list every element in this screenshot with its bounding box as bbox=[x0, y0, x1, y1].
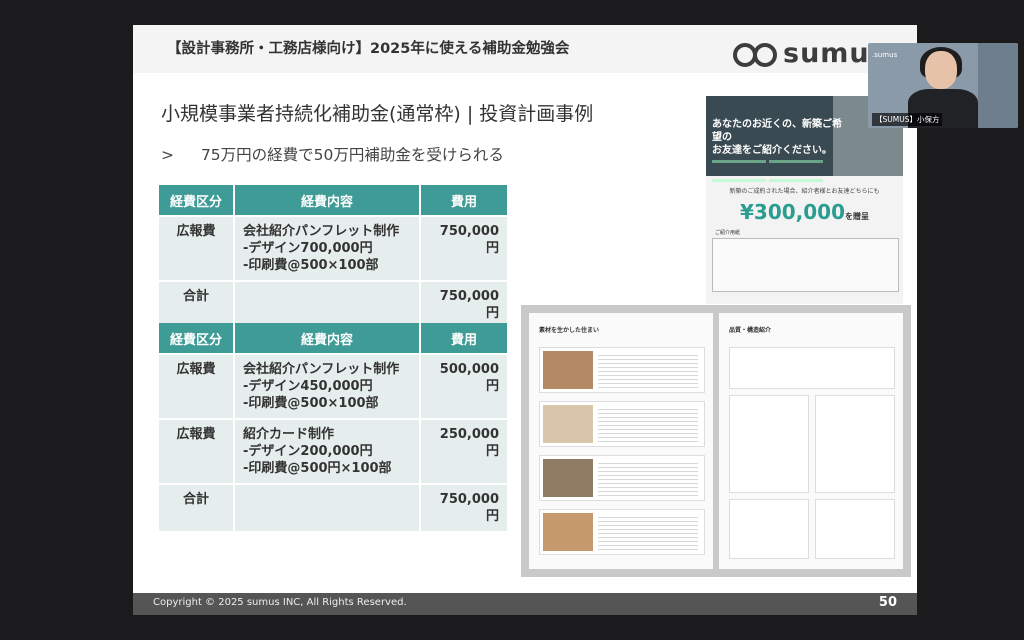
table-row: 広報費 会社紹介パンフレット制作 -デザイン450,000円 -印刷費@500×… bbox=[159, 355, 507, 418]
content-line: -デザイン700,000円 bbox=[243, 241, 373, 256]
content-line: 会社紹介パンフレット制作 bbox=[243, 362, 400, 377]
brochure-box bbox=[729, 499, 809, 559]
slide-header: 【設計事務所・工務店様向け】2025年に使える補助金勉強会 sumus bbox=[133, 25, 917, 73]
brochure-box bbox=[729, 347, 895, 389]
brochure-left-heading: 素材を生かした住まい bbox=[539, 327, 600, 334]
copyright-text: Copyright © 2025 sumus INC, All Rights R… bbox=[153, 597, 407, 608]
flyer-amount-suffix: を贈呈 bbox=[845, 212, 869, 221]
brochure-box bbox=[729, 395, 809, 493]
cost-table-2: 経費区分 経費内容 費用 広報費 会社紹介パンフレット制作 -デザイン450,0… bbox=[159, 321, 507, 533]
brochure-card bbox=[539, 509, 705, 555]
column-header-content: 経費内容 bbox=[235, 323, 421, 353]
presenter-name-label: 【SUMUS】小保方 bbox=[872, 113, 943, 126]
column-header-category: 経費区分 bbox=[159, 323, 235, 353]
cell-cost: 250,000円 bbox=[421, 420, 507, 483]
cell-category: 広報費 bbox=[159, 355, 235, 418]
flyer-bullets bbox=[712, 148, 832, 182]
flyer-offer-text: 新築のご成約された場合、紹介者様とお友達どちらにも bbox=[729, 188, 880, 195]
column-header-cost: 費用 bbox=[421, 185, 507, 215]
content-line: 紹介カード制作 bbox=[243, 427, 335, 442]
cell-cost: 750,000円 bbox=[421, 217, 507, 280]
content-line: 会社紹介パンフレット制作 bbox=[243, 224, 400, 239]
brochure-image: 素材を生かした住まい 品質・構造紹介 bbox=[521, 305, 911, 577]
table-header-row: 経費区分 経費内容 費用 bbox=[159, 323, 507, 353]
flyer-form: ご紹介用紙 bbox=[712, 230, 899, 292]
brochure-card bbox=[539, 455, 705, 501]
presentation-slide: 【設計事務所・工務店様向け】2025年に使える補助金勉強会 sumus 小規模事… bbox=[133, 25, 917, 615]
content-line: -印刷費@500円×100部 bbox=[243, 461, 392, 476]
cell-category: 広報費 bbox=[159, 420, 235, 483]
content-line: -デザイン450,000円 bbox=[243, 379, 373, 394]
slide-page-number: 50 bbox=[878, 595, 897, 610]
sumus-logo-mark-icon bbox=[733, 41, 779, 67]
flyer-amount: ¥300,000を贈呈 bbox=[706, 200, 903, 224]
brochure-page-left: 素材を生かした住まい bbox=[529, 313, 713, 569]
table-total-row: 合計 750,000円 bbox=[159, 485, 507, 531]
brochure-card bbox=[539, 401, 705, 447]
column-header-content: 経費内容 bbox=[235, 185, 421, 215]
cell-content bbox=[235, 485, 421, 531]
presenter-video-tile[interactable]: .sumus 【SUMUS】小保方 bbox=[868, 43, 1018, 128]
brochure-card bbox=[539, 347, 705, 393]
cost-table-1: 経費区分 経費内容 費用 広報費 会社紹介パンフレット制作 -デザイン700,0… bbox=[159, 183, 507, 330]
flyer-form-label: ご紹介用紙 bbox=[715, 230, 741, 236]
brochure-page-right: 品質・構造紹介 bbox=[719, 313, 903, 569]
column-header-cost: 費用 bbox=[421, 323, 507, 353]
column-header-category: 経費区分 bbox=[159, 185, 235, 215]
content-line: -印刷費@500×100部 bbox=[243, 396, 379, 411]
chevron-right-icon: > bbox=[161, 146, 174, 164]
flyer-amount-value: ¥300,000 bbox=[739, 200, 845, 224]
brochure-box bbox=[815, 499, 895, 559]
cell-category: 合計 bbox=[159, 485, 235, 531]
table-row: 広報費 会社紹介パンフレット制作 -デザイン700,000円 -印刷費@500×… bbox=[159, 217, 507, 280]
cell-content: 紹介カード制作 -デザイン200,000円 -印刷費@500円×100部 bbox=[235, 420, 421, 483]
content-line: -デザイン200,000円 bbox=[243, 444, 373, 459]
presenter-logo: .sumus bbox=[872, 51, 898, 59]
brochure-box bbox=[815, 395, 895, 493]
slide-footer: Copyright © 2025 sumus INC, All Rights R… bbox=[133, 593, 917, 615]
table-row: 広報費 紹介カード制作 -デザイン200,000円 -印刷費@500円×100部… bbox=[159, 420, 507, 483]
brochure-right-heading: 品質・構造紹介 bbox=[729, 327, 772, 334]
cell-category: 広報費 bbox=[159, 217, 235, 280]
cell-cost: 500,000円 bbox=[421, 355, 507, 418]
sumus-logo: sumus bbox=[733, 38, 887, 69]
slide-title: 小規模事業者持続化補助金(通常枠) | 投資計画事例 bbox=[161, 103, 594, 125]
flyer-headline-line: あなたのお近くの、新築ご希望の bbox=[712, 119, 842, 143]
cell-content: 会社紹介パンフレット制作 -デザイン450,000円 -印刷費@500×100部 bbox=[235, 355, 421, 418]
table-header-row: 経費区分 経費内容 費用 bbox=[159, 185, 507, 215]
cell-content: 会社紹介パンフレット制作 -デザイン700,000円 -印刷費@500×100部 bbox=[235, 217, 421, 280]
slide-subtitle-text: 75万円の経費で50万円補助金を受けられる bbox=[200, 146, 504, 164]
slide-header-title: 【設計事務所・工務店様向け】2025年に使える補助金勉強会 bbox=[167, 41, 570, 57]
presenter-face bbox=[925, 51, 957, 89]
slide-subtitle: > 75万円の経費で50万円補助金を受けられる bbox=[161, 143, 504, 165]
presenter-background bbox=[978, 43, 1018, 128]
cell-cost: 750,000円 bbox=[421, 485, 507, 531]
content-line: -印刷費@500×100部 bbox=[243, 258, 379, 273]
